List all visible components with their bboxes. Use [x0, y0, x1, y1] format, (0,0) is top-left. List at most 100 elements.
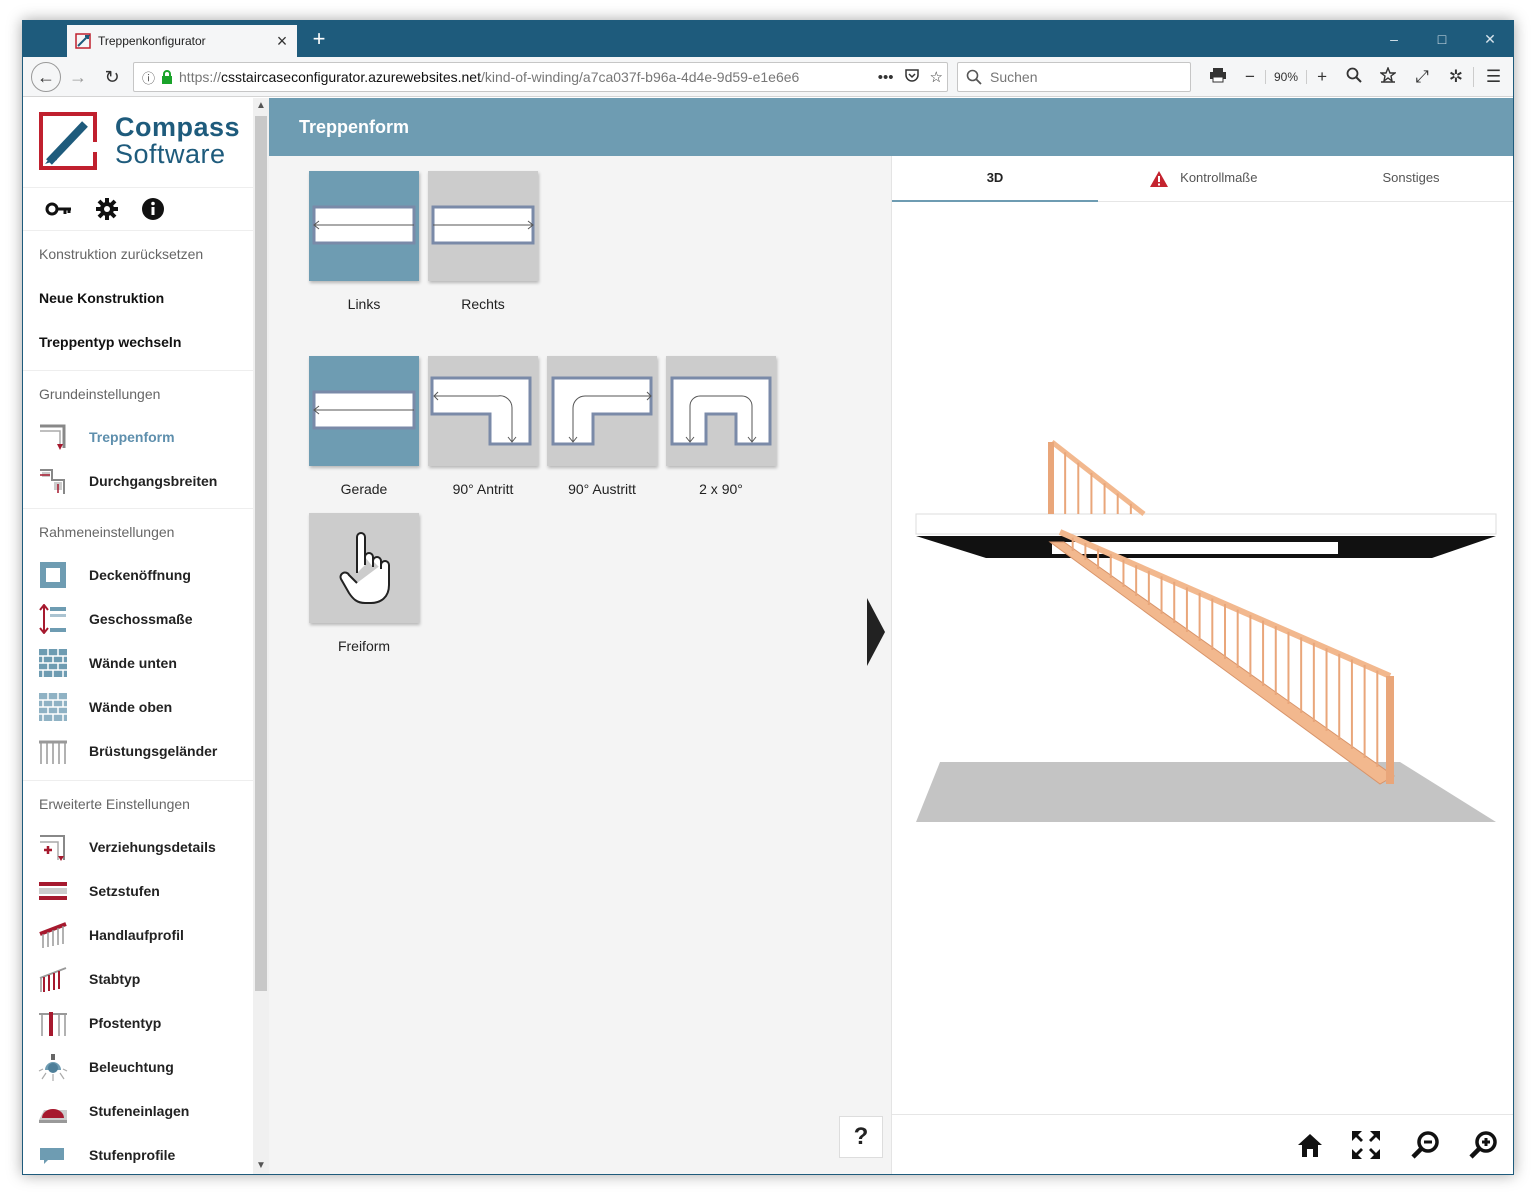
- minimize-button[interactable]: –: [1371, 21, 1417, 57]
- fullscreen-icon[interactable]: ⤢: [1405, 67, 1439, 87]
- section-title-advanced: Erweiterte Einstellungen: [39, 796, 190, 812]
- home-icon[interactable]: [1294, 1129, 1326, 1161]
- browser-toolbar: − 90% + ⤢ ✲ ☰: [1201, 62, 1513, 92]
- sidebar-item-handlaufprofil[interactable]: Handlaufprofil: [37, 918, 247, 952]
- ceiling-slab: [915, 513, 1497, 535]
- print-icon[interactable]: [1201, 67, 1235, 88]
- step-profile-icon: [37, 1140, 69, 1170]
- compass-logo[interactable]: Compass Software: [39, 112, 240, 172]
- sidebar-item-waende-oben[interactable]: Wände oben: [37, 690, 247, 724]
- settings-gear-icon[interactable]: ✲: [1439, 67, 1473, 87]
- sidebar-item-treppenform[interactable]: Treppenform: [37, 420, 247, 454]
- straight-stair-right-icon: [431, 205, 535, 245]
- url-bar[interactable]: ⓘ https:// csstaircaseconfigurator.azure…: [133, 62, 948, 92]
- search-icon: [966, 69, 982, 85]
- scroll-up-icon[interactable]: ▲: [253, 98, 269, 114]
- sidebar-item-label: Stufeneinlagen: [89, 1103, 190, 1119]
- option-tile-freiform[interactable]: [309, 513, 419, 623]
- option-tile-2x90[interactable]: [666, 356, 776, 466]
- tab-close-icon[interactable]: ×: [267, 25, 297, 57]
- option-tile-90-antritt[interactable]: [428, 356, 538, 466]
- browser-tab[interactable]: Treppenkonfigurator ×: [67, 25, 297, 57]
- quarter-turn-exit-icon: [551, 376, 653, 446]
- info-icon[interactable]: [141, 197, 165, 221]
- balustrade-icon: [37, 736, 69, 766]
- sidebar-item-stufeneinlagen[interactable]: Stufeneinlagen: [37, 1094, 247, 1128]
- new-construction-link[interactable]: Neue Konstruktion: [39, 290, 164, 306]
- stair-3d-render: [915, 440, 1497, 822]
- tab-kontrollmasse[interactable]: Kontrollmaße: [1100, 156, 1306, 202]
- close-window-button[interactable]: ✕: [1467, 21, 1513, 57]
- sidebar-item-label: Brüstungsgeländer: [89, 743, 218, 759]
- scroll-down-icon[interactable]: ▼: [253, 1158, 269, 1174]
- tab-label: Kontrollmaße: [1180, 170, 1258, 185]
- tab-sonstiges[interactable]: Sonstiges: [1308, 156, 1513, 202]
- zoom-in-icon[interactable]: [1468, 1129, 1500, 1161]
- pocket-icon[interactable]: [904, 67, 920, 87]
- options-pane: Links Rechts Gerade 90° Antritt 90° Aust…: [269, 156, 891, 1174]
- zoom-in-button[interactable]: +: [1307, 67, 1337, 87]
- url-path: /kind-of-winding/a7ca037f-b96a-4d4e-9d59…: [480, 69, 800, 85]
- change-stair-type-link[interactable]: Treppentyp wechseln: [39, 334, 181, 350]
- sidebar-item-stabtyp[interactable]: Stabtyp: [37, 962, 247, 996]
- reload-button[interactable]: ↻: [97, 62, 127, 92]
- option-tile-90-austritt[interactable]: [547, 356, 657, 466]
- maximize-button[interactable]: □: [1419, 21, 1465, 57]
- wall-bottom-icon: [37, 648, 69, 678]
- settings-icon[interactable]: [95, 197, 119, 221]
- zoom-out-icon[interactable]: [1410, 1129, 1442, 1161]
- find-icon[interactable]: [1337, 67, 1371, 88]
- wall-top-icon: [37, 692, 69, 722]
- stair-shape-icon: [37, 422, 69, 452]
- title-bar: Treppenkonfigurator × + – □ ✕: [23, 21, 1513, 57]
- expand-panel-arrow-icon[interactable]: [867, 598, 885, 666]
- tab-3d[interactable]: 3D: [892, 156, 1098, 202]
- sidebar-item-label: Stufenprofile: [89, 1147, 176, 1163]
- option-tile-links[interactable]: [309, 171, 419, 281]
- page-actions-icon[interactable]: •••: [878, 69, 894, 86]
- page-info-icon[interactable]: ⓘ: [142, 68, 155, 87]
- key-icon[interactable]: [45, 201, 73, 217]
- sidebar-item-bruestungsgelaender[interactable]: Brüstungsgeländer: [37, 734, 247, 768]
- fit-to-view-icon[interactable]: [1350, 1129, 1382, 1161]
- divider: [23, 780, 253, 781]
- menu-icon[interactable]: ☰: [1473, 67, 1513, 87]
- scrollbar-thumb[interactable]: [255, 116, 267, 991]
- sidebar-item-beleuchtung[interactable]: Beleuchtung: [37, 1050, 247, 1084]
- floor-height-icon: [37, 604, 69, 634]
- 3d-scene[interactable]: [892, 202, 1513, 1112]
- stair-stringer: [1048, 541, 1395, 785]
- url-host: csstaircaseconfigurator.azurewebsites.ne…: [221, 69, 481, 85]
- sidebar-item-deckenoeffnung[interactable]: Deckenöffnung: [37, 558, 247, 592]
- sidebar-item-geschossmasse[interactable]: Geschossmaße: [37, 602, 247, 636]
- viewer-panel: 3D Kontrollmaße Sonstiges: [891, 156, 1513, 1174]
- sidebar-item-setzstufen[interactable]: Setzstufen: [37, 874, 247, 908]
- new-tab-button[interactable]: +: [305, 25, 333, 53]
- sidebar-item-durchgangsbreiten[interactable]: Durchgangsbreiten: [37, 464, 247, 498]
- bookmark-star-icon[interactable]: ☆: [930, 68, 943, 86]
- library-icon[interactable]: [1371, 65, 1405, 88]
- sidebar-scrollbar[interactable]: ▲ ▼: [253, 98, 269, 1174]
- sidebar-item-label: Wände oben: [89, 699, 173, 715]
- upper-post: [1048, 442, 1054, 514]
- lighting-icon: [37, 1052, 69, 1082]
- main-panel: Treppenform Links Rechts Gerade 90° Antr…: [269, 98, 1513, 1174]
- sidebar-item-waende-unten[interactable]: Wände unten: [37, 646, 247, 680]
- sidebar-item-stufenprofile[interactable]: Stufenprofile: [37, 1138, 247, 1172]
- sidebar-item-label: Deckenöffnung: [89, 567, 191, 583]
- search-bar[interactable]: Suchen: [957, 62, 1191, 92]
- page-title: Treppenform: [299, 117, 410, 137]
- sidebar-item-verziehungsdetails[interactable]: Verziehungsdetails: [37, 830, 247, 864]
- sidebar-item-label: Geschossmaße: [89, 611, 193, 627]
- zoom-out-button[interactable]: −: [1235, 67, 1265, 87]
- tab-label: 3D: [986, 170, 1004, 185]
- zoom-level[interactable]: 90%: [1265, 70, 1308, 84]
- option-tile-gerade[interactable]: [309, 356, 419, 466]
- reset-construction-link[interactable]: Konstruktion zurücksetzen: [39, 246, 203, 262]
- sidebar-item-pfostentyp[interactable]: Pfostentyp: [37, 1006, 247, 1040]
- divider: [23, 508, 253, 509]
- back-button[interactable]: ←: [31, 62, 61, 92]
- forward-button[interactable]: →: [63, 62, 93, 92]
- option-tile-rechts[interactable]: [428, 171, 538, 281]
- help-button[interactable]: ?: [839, 1116, 883, 1158]
